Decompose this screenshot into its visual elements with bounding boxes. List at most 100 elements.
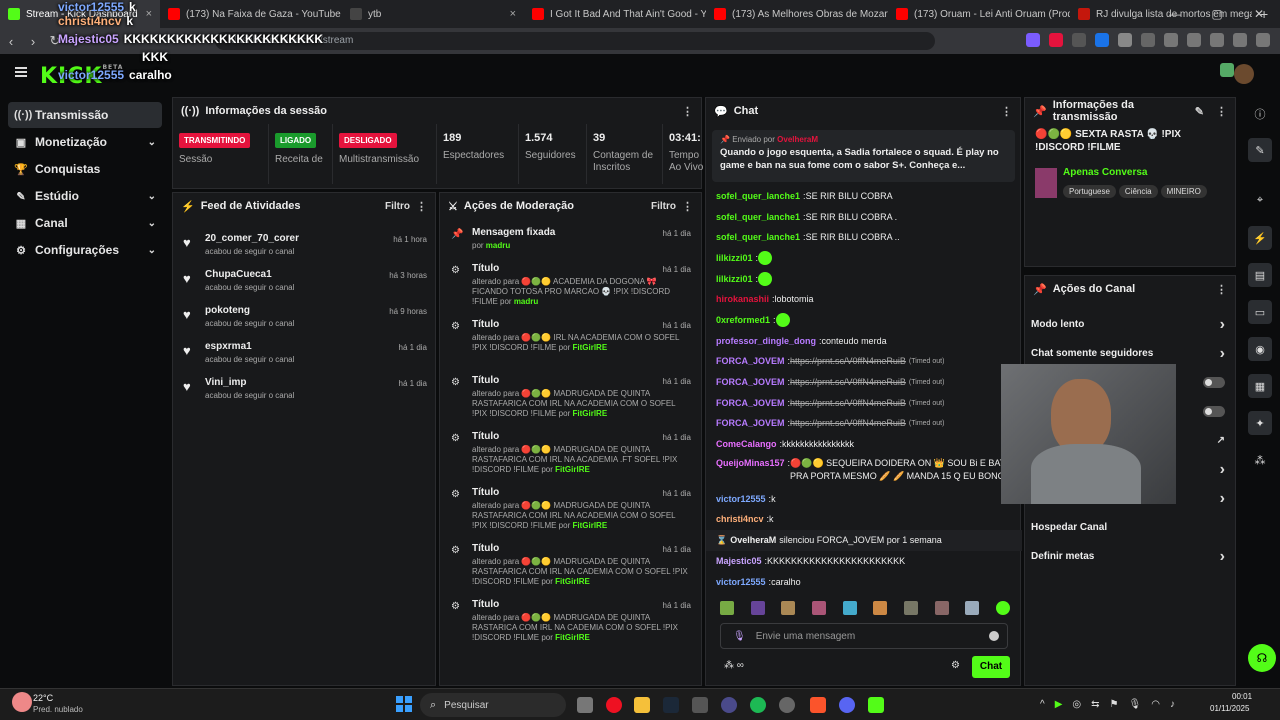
browser-tab[interactable]: (173) As Melhores Obras de Mozart× [706,0,888,28]
category-thumbnail[interactable] [1035,168,1057,198]
browser-tab[interactable]: I Got It Bad And That Ain't Good - Yo× [524,0,706,28]
more-options-icon[interactable]: ⋮ [1216,105,1227,118]
extension-icon[interactable] [1072,33,1086,47]
minimize-icon[interactable]: — [1154,7,1196,21]
chat-message[interactable]: sofel_quer_lanche1: SE RIR BILU COBRA [706,186,1022,207]
extension-icon[interactable] [1141,33,1155,47]
chat-username[interactable]: Majestic05 [716,555,762,568]
channel-action[interactable]: Hospedar Canal [1025,513,1235,542]
toggle-switch[interactable] [1203,406,1225,417]
emote-icon[interactable] [842,601,857,615]
chat-message[interactable]: lilkizzi01: [706,269,1022,290]
chat-message[interactable]: hirokanashii: lobotomia [706,289,1022,310]
chat-username[interactable]: lilkizzi01 [716,273,753,286]
windows-start-icon[interactable] [396,696,412,712]
moderation-by[interactable]: FitGirlRE [555,633,590,642]
tray-icon[interactable]: ⚑ [1110,699,1119,710]
tray-icon[interactable]: ◎ [1072,699,1081,710]
extension-icon[interactable] [1049,33,1063,47]
emote-icon[interactable] [873,601,888,615]
vpn-icon[interactable] [1233,33,1247,47]
edit-icon[interactable]: ✎ [1195,105,1204,118]
chat-tools-icon[interactable]: ⁂ ∞ [724,660,744,671]
apps-icon[interactable]: ⁂ [1248,448,1272,472]
more-options-icon[interactable]: ⋮ [1216,283,1227,296]
avatar[interactable] [1234,64,1254,84]
discord-icon[interactable] [839,697,855,713]
pinned-message[interactable]: 📌 Enviado por OvelheraM Quando o jogo es… [712,130,1015,182]
moderation-by[interactable]: madru [514,297,538,306]
chat-message[interactable]: FORCA_JOVEM: https://prnt.sc/V0ffN4meRui… [706,393,1022,414]
chat-username[interactable]: FORCA_JOVEM [716,355,785,368]
extension-icon[interactable] [1026,33,1040,47]
chat-message[interactable]: 0xreformed1: [706,310,1022,331]
steam-icon[interactable] [663,697,679,713]
sidebar-item-0[interactable]: ((·)) Transmissão [8,102,162,128]
emote-icon[interactable] [965,601,980,615]
chat-message[interactable]: ComeCalango: kkkkkkkkkkkkkkkk [706,434,1022,455]
close-icon[interactable]: × [510,8,516,20]
brave-icon[interactable] [810,697,826,713]
play-icon[interactable]: ▶ [1055,699,1063,710]
wrench-icon[interactable]: ✦ [1248,411,1272,435]
chat-message[interactable]: FORCA_JOVEM: https://prnt.sc/V0ffN4meRui… [706,414,1022,435]
chat-message[interactable]: sofel_quer_lanche1: SE RIR BILU COBRA .. [706,227,1022,248]
feed-item[interactable]: ♥ 20_comer_70_corer acabou de seguir o can… [173,227,435,263]
lightning-icon[interactable]: ⚡ [1248,226,1272,250]
chevron-up-icon[interactable]: ^ [1040,699,1045,710]
edit-icon[interactable]: ✎ [1248,138,1272,162]
extension-icon[interactable] [1118,33,1132,47]
emote-icon[interactable] [903,601,918,615]
broadcast-icon[interactable]: ◉ [1248,337,1272,361]
chat-message[interactable]: FORCA_JOVEM: https://prnt.sc/V0ffN4meRui… [706,352,1022,373]
emoji-icon[interactable] [989,631,999,641]
clock-date[interactable]: 01/11/2025 [1210,704,1249,713]
app-icon[interactable] [779,697,795,713]
clock-time[interactable]: 00:01 [1232,692,1252,701]
chat-message[interactable]: victor12555: k [706,489,1022,510]
chat-username[interactable]: victor12555 [716,576,766,589]
browser-tab[interactable]: (173) Oruam - Lei Anti Oruam (Prod.× [888,0,1070,28]
category-name[interactable]: Apenas Conversa [1063,167,1147,178]
chat-message[interactable]: FORCA_JOVEM: https://prnt.sc/V0ffN4meRui… [706,372,1022,393]
taskbar-search[interactable]: ⌕ Pesquisar [420,693,566,717]
chat-username[interactable]: sofel_quer_lanche1 [716,190,800,203]
app-icon[interactable] [692,697,708,713]
chat-icon[interactable]: ▭ [1248,300,1272,324]
chat-username[interactable]: lilkizzi01 [716,252,753,265]
browser-tab[interactable]: (173) Na Faixa de Gaza - YouTube× [160,0,342,28]
hamburger-menu-icon[interactable] [15,67,27,77]
moderation-item[interactable]: ⚙ Título alterado para 🔴🟢🟡 IRL NA ACADEMIA… [440,315,701,371]
chat-username[interactable]: christi4ncv [716,513,764,526]
channel-action[interactable]: Modo lento › [1025,310,1235,339]
extension-icon[interactable] [1095,33,1109,47]
menu-icon[interactable] [1256,33,1270,47]
moderation-by[interactable]: FitGirlRE [572,409,607,418]
moderation-item[interactable]: 📌 Mensagem fixada por madru há 1 dia [440,223,701,259]
chat-message[interactable]: professor_dingle_dong: conteudo merda [706,331,1022,352]
chat-username[interactable]: QueijoMinas157 [716,457,785,470]
document-icon[interactable]: ▤ [1248,263,1272,287]
sidebar-item-1[interactable]: ▣ Monetização ⌄ [8,129,162,155]
chat-message[interactable]: christi4ncv: k [706,510,1022,531]
chat-message[interactable]: sofel_quer_lanche1: SE RIR BILU COBRA . [706,207,1022,228]
mic-icon[interactable]: 🎙 [1129,699,1142,710]
moderation-item[interactable]: ⚙ Título alterado para 🔴🟢🟡 MADRUGADA DE QU… [440,483,701,539]
emote-icon[interactable] [750,601,765,615]
chat-username[interactable]: FORCA_JOVEM [716,417,785,430]
kick-icon[interactable] [868,697,884,713]
forward-icon[interactable]: › [22,34,44,49]
sidebar-item-4[interactable]: ▦ Canal ⌄ [8,210,162,236]
chat-username[interactable]: hirokanashii [716,293,769,306]
emote-icon[interactable] [995,601,1010,615]
chat-username[interactable]: 0xreformed1 [716,314,770,327]
more-options-icon[interactable]: ⋮ [682,105,693,118]
chat-message[interactable]: QueijoMinas157: 🔴🟢🟡 SEQUEIRA DOIDERA ON … [706,455,1022,489]
feed-item[interactable]: ♥ ChupaCueca1 acabou de seguir o canal há 3… [173,263,435,299]
moderation-item[interactable]: ⚙ Título alterado para 🔴🟢🟡 ACADEMIA DA DOG… [440,259,701,315]
tag[interactable]: Portuguese [1063,185,1116,198]
moderation-by[interactable]: FitGirlRE [572,521,607,530]
chat-message[interactable]: victor12555: caralho [706,572,1022,593]
channel-action[interactable]: Definir metas › [1025,542,1235,571]
chat-username[interactable]: FORCA_JOVEM [716,397,785,410]
